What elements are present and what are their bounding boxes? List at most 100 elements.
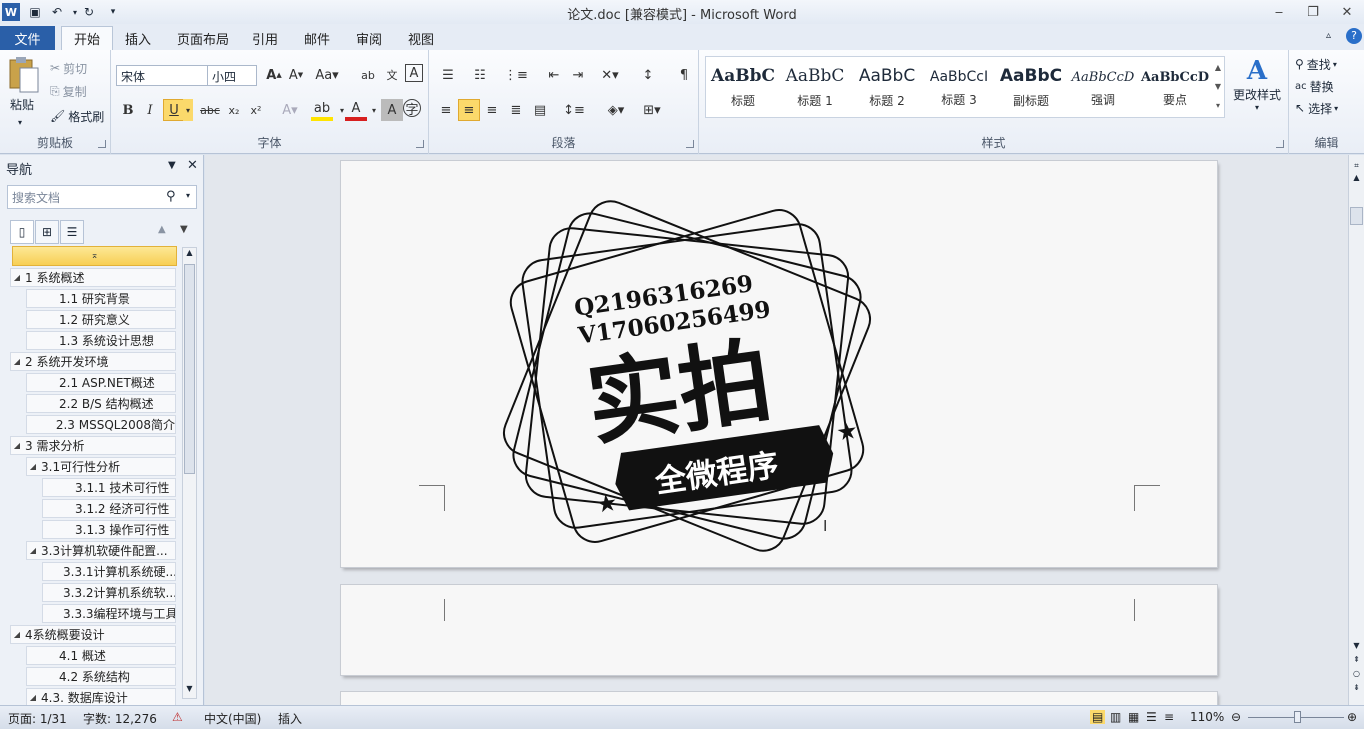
bullets-icon[interactable]: ☰ (437, 64, 459, 86)
tab-insert[interactable]: 插入 (113, 26, 163, 50)
font-name-box[interactable]: 宋体 (116, 65, 209, 86)
nav-outline-item[interactable]: 3.3.1计算机系统硬... (42, 562, 176, 581)
insert-mode[interactable]: 插入 (278, 710, 302, 727)
clipboard-launcher-icon[interactable] (98, 140, 106, 148)
nav-outline-item[interactable]: 1.2 研究意义 (26, 310, 176, 329)
reading-layout-icon[interactable]: ▥ (1110, 710, 1121, 724)
style-strong[interactable]: AaBbCcD 要点 (1139, 58, 1211, 116)
expand-triangle-icon[interactable]: ◢ (11, 273, 23, 282)
grow-font-icon[interactable]: A ▲ (263, 64, 285, 86)
sort-icon[interactable]: ↕ (637, 64, 659, 86)
expand-triangle-icon[interactable]: ◢ (11, 357, 23, 366)
tab-view[interactable]: 视图 (396, 26, 446, 50)
shrink-font-icon[interactable]: A ▼ (285, 64, 307, 86)
nav-outline-item[interactable]: 4.2 系统结构 (26, 667, 176, 686)
char-border-icon[interactable]: A (405, 64, 423, 82)
expand-triangle-icon[interactable]: ◢ (27, 462, 39, 471)
print-layout-icon[interactable]: ▤ (1090, 710, 1106, 724)
font-size-box[interactable]: 小四 (207, 65, 257, 86)
nav-headings-tab[interactable]: ▯ (10, 220, 34, 244)
search-dropdown-icon[interactable]: ▾ (186, 191, 190, 200)
chinese-layout-icon[interactable]: ✕▾ (599, 64, 621, 86)
tab-mailings[interactable]: 邮件 (292, 26, 342, 50)
close-icon[interactable]: ✕ (1332, 2, 1362, 22)
style-emphasis[interactable]: AaBbCcD 强调 (1067, 58, 1139, 116)
nav-options-icon[interactable]: ▼ (168, 160, 176, 171)
nav-outline-item[interactable]: ◢ 3.3计算机软硬件配置... (26, 541, 176, 560)
nav-outline-item[interactable]: 3.1.3 操作可行性 (42, 520, 176, 539)
underline-dropdown-icon[interactable]: ▾ (183, 99, 193, 121)
page-count[interactable]: 页面: 1/31 (8, 710, 67, 727)
align-left-icon[interactable]: ≡ (435, 99, 457, 121)
highlight-icon[interactable]: ab (311, 99, 333, 121)
nav-outline-item[interactable]: ◢ 3.1可行性分析 (26, 457, 176, 476)
tab-file[interactable]: 文件 (0, 26, 55, 50)
next-heading-icon[interactable]: ▼ (180, 224, 188, 235)
align-center-icon[interactable]: ≡ (458, 99, 480, 121)
nav-close-icon[interactable]: ✕ (187, 158, 198, 173)
tab-home[interactable]: 开始 (61, 26, 114, 50)
nav-outline-item[interactable]: 2.1 ASP.NET概述 (26, 373, 176, 392)
nav-outline-item[interactable]: ◢ 1 系统概述 (10, 268, 176, 287)
change-styles-button[interactable]: A 更改样式 ▾ (1229, 56, 1285, 122)
outline-top-button[interactable]: ⌅ (12, 246, 177, 266)
minimize-ribbon-icon[interactable]: ▵ (1326, 30, 1331, 41)
find-button[interactable]: ⚲ 查找 ▾ (1295, 54, 1337, 74)
style-subtitle[interactable]: AaBbC 副标题 (995, 58, 1067, 116)
word-count[interactable]: 字数: 12,276 (83, 710, 157, 727)
draft-view-icon[interactable]: ≡ (1164, 710, 1174, 724)
page-1[interactable]: Q2196316269 V17060256499 实拍 全微程序 ★ ★ I (341, 161, 1217, 567)
nav-outline-item[interactable]: 3.1.2 经济可行性 (42, 499, 176, 518)
language[interactable]: 中文(中国) (204, 710, 261, 727)
style-heading2[interactable]: AaBbC 标题 2 (851, 58, 923, 116)
prev-heading-icon[interactable]: ▲ (158, 224, 166, 235)
paste-button[interactable] (6, 56, 42, 96)
expand-triangle-icon[interactable]: ◢ (11, 630, 23, 639)
restore-icon[interactable]: ❐ (1298, 2, 1328, 22)
nav-outline-item[interactable]: ◢ 3 需求分析 (10, 436, 176, 455)
nav-outline-item[interactable]: 3.1.1 技术可行性 (42, 478, 176, 497)
enclose-char-icon[interactable]: 字 (403, 99, 421, 118)
italic-icon[interactable]: I (139, 99, 161, 121)
nav-outline-item[interactable]: ◢ 4系统概要设计 (10, 625, 176, 644)
multilevel-list-icon[interactable]: ⋮≡ (504, 64, 528, 86)
paragraph-launcher-icon[interactable] (686, 140, 694, 148)
zoom-in-icon[interactable]: ⊕ (1347, 710, 1357, 724)
minimize-icon[interactable]: ‒ (1264, 2, 1294, 22)
expand-triangle-icon[interactable]: ◢ (27, 546, 39, 555)
search-icon[interactable]: ⚲ (166, 189, 176, 204)
tab-references[interactable]: 引用 (240, 26, 290, 50)
nav-outline-item[interactable]: 3.3.3编程环境与工具 (42, 604, 176, 623)
char-shading-icon[interactable]: A (381, 99, 403, 121)
zoom-level[interactable]: 110% (1190, 710, 1224, 724)
zoom-out-icon[interactable]: ⊖ (1231, 710, 1241, 724)
numbering-icon[interactable]: ☷ (469, 64, 491, 86)
nav-outline-item[interactable]: ◢ 2 系统开发环境 (10, 352, 176, 371)
underline-icon[interactable]: U (163, 99, 185, 121)
borders-icon[interactable]: ⊞▾ (641, 99, 663, 121)
zoom-slider-thumb[interactable] (1294, 711, 1301, 723)
nav-outline-item[interactable]: 4.1 概述 (26, 646, 176, 665)
line-spacing-icon[interactable]: ↕≡ (563, 99, 585, 121)
strikethrough-icon[interactable]: abc (199, 99, 221, 121)
document-scrollbar[interactable]: ⌗ ▲ ▼ ⇞ ○ ⇟ (1348, 155, 1364, 705)
style-heading3[interactable]: AaBbCcI 标题 3 (923, 58, 995, 116)
nav-pages-tab[interactable]: ⊞ (35, 220, 59, 244)
nav-outline-item[interactable]: 2.2 B/S 结构概述 (26, 394, 176, 413)
increase-indent-icon[interactable]: ⇥ (567, 64, 589, 86)
paste-label[interactable]: 粘贴 (10, 94, 34, 114)
select-button[interactable]: ↖ 选择 ▾ (1295, 98, 1338, 118)
tab-page-layout[interactable]: 页面布局 (165, 26, 241, 50)
expand-triangle-icon[interactable]: ◢ (27, 693, 39, 702)
show-marks-icon[interactable]: ¶ (673, 64, 695, 86)
proofing-icon[interactable]: ⚠ (172, 710, 183, 724)
shading-icon[interactable]: ◈▾ (605, 99, 627, 121)
copy-button[interactable]: ⎘ 复制 (50, 81, 87, 101)
document-area[interactable]: Q2196316269 V17060256499 实拍 全微程序 ★ ★ I (205, 155, 1348, 712)
font-launcher-icon[interactable] (416, 140, 424, 148)
outline-view-icon[interactable]: ☰ (1146, 710, 1157, 724)
clear-format-icon[interactable]: ab (357, 64, 379, 86)
phonetic-guide-icon[interactable]: 文 (381, 64, 403, 86)
change-case-icon[interactable]: Aa▾ (315, 64, 338, 86)
text-effects-icon[interactable]: A▾ (279, 99, 301, 121)
